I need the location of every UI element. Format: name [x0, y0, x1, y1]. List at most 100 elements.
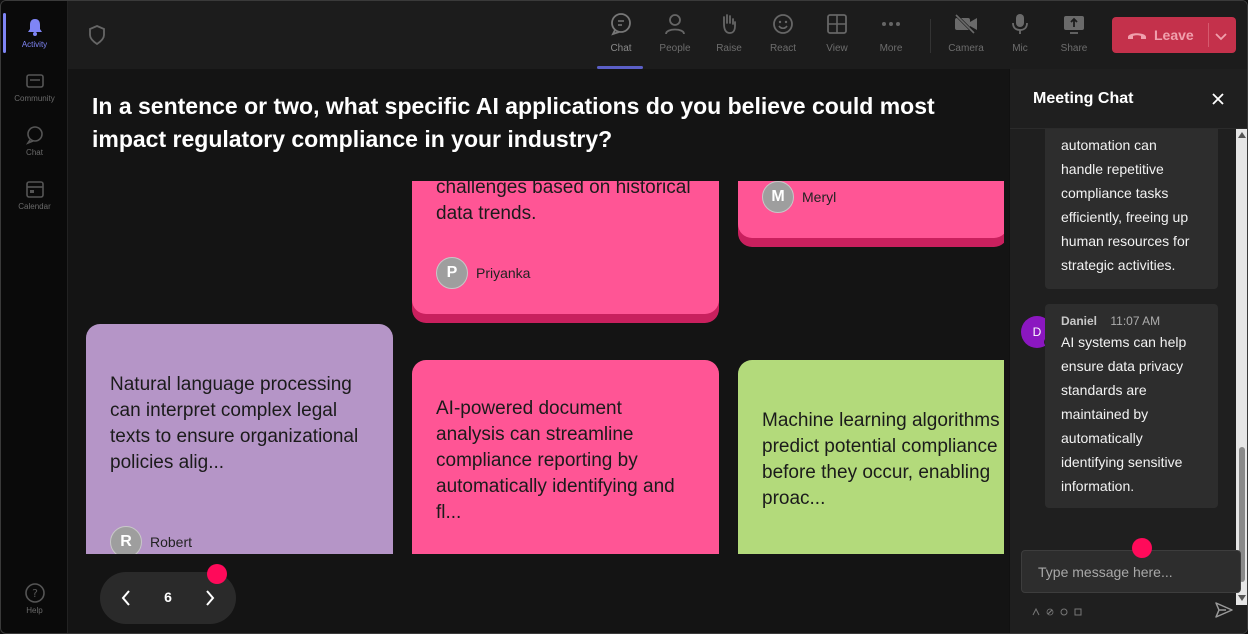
smiley-icon [770, 11, 796, 37]
message-line: information. [1061, 478, 1135, 494]
chat-scrollbar[interactable] [1236, 129, 1247, 605]
rail-item-chat[interactable]: Chat [1, 115, 68, 167]
response-cards-area: challenges based on historical data tren… [68, 181, 1004, 554]
share-screen-icon [1061, 11, 1087, 37]
card-author: M Meryl [762, 181, 836, 213]
message-line: handle repetitive [1061, 161, 1164, 177]
toolbar-chat-button[interactable]: Chat [597, 11, 645, 69]
rail-item-community[interactable]: Community [1, 61, 68, 113]
hang-up-icon [1126, 29, 1148, 41]
calendar-icon [24, 179, 46, 199]
notification-dot [207, 564, 227, 584]
chat-message: automation can handle repetitive complia… [1045, 129, 1218, 289]
card-author: P Priyanka [436, 257, 530, 289]
toolbar-view-label: View [826, 43, 848, 54]
response-card[interactable]: Natural language processing can interpre… [86, 324, 393, 554]
more-dots-icon [878, 11, 904, 37]
message-line: efficiently, freeing up [1061, 209, 1189, 225]
scroll-down-arrow-icon[interactable] [1238, 595, 1246, 601]
toolbar-chat-label: Chat [610, 43, 632, 54]
svg-text:?: ? [32, 587, 38, 600]
community-icon [24, 71, 46, 91]
meeting-chat-panel: Meeting Chat automation can handle repet… [1009, 69, 1247, 633]
toolbar-people-button[interactable]: People [651, 11, 699, 63]
chat-header: Meeting Chat [1010, 69, 1247, 129]
emoji-icon[interactable] [1060, 603, 1068, 616]
rail-label-chat: Chat [26, 148, 43, 157]
grid-view-icon [824, 11, 850, 37]
camera-off-icon [953, 11, 979, 37]
card-author: R Robert [110, 526, 192, 554]
message-line: automatically [1061, 430, 1143, 446]
meeting-window: Activity Community Chat Calendar ? Help [0, 0, 1248, 634]
message-line: human resources for [1061, 233, 1190, 249]
chat-bubble-icon [608, 11, 634, 37]
avatar: R [110, 526, 142, 554]
toolbar-view-button[interactable]: View [813, 11, 861, 63]
toolbar-react-label: React [769, 43, 797, 54]
response-card[interactable]: challenges based on historical data tren… [412, 181, 719, 314]
message-line: identifying sensitive [1061, 454, 1183, 470]
rail-item-activity[interactable]: Activity [1, 7, 68, 59]
page-number: 6 [164, 589, 172, 605]
message-line: ensure data privacy [1061, 358, 1184, 374]
chat-message: Daniel 11:07 AM AI systems can help ensu… [1045, 304, 1218, 508]
chat-messages: automation can handle repetitive complia… [1010, 129, 1236, 605]
microphone-icon [1007, 11, 1033, 37]
response-card[interactable]: Machine learning algorithms can predict … [738, 360, 1004, 554]
toolbar-mic-label: Mic [1012, 43, 1028, 54]
toolbar-share-button[interactable]: Share [1050, 11, 1098, 63]
leave-label: Leave [1154, 27, 1194, 43]
toolbar-mic-button[interactable]: Mic [996, 11, 1044, 63]
response-card[interactable]: AI-powered document analysis can streaml… [412, 360, 719, 554]
rail-label-calendar: Calendar [18, 202, 51, 211]
gif-icon[interactable] [1074, 603, 1082, 616]
card-text: challenges based on historical data tren… [436, 181, 691, 224]
message-time: 11:07 AM [1110, 314, 1161, 328]
raise-hand-icon [716, 11, 742, 37]
toolbar-react-button[interactable]: React [759, 11, 807, 63]
toolbar-camera-button[interactable]: Camera [942, 11, 990, 63]
toolbar-people-label: People [659, 43, 691, 54]
chevron-right-icon[interactable] [200, 588, 220, 608]
format-icon[interactable] [1032, 603, 1040, 616]
rail-item-calendar[interactable]: Calendar [1, 169, 68, 221]
send-icon[interactable] [1214, 601, 1234, 619]
card-text: Natural language processing can interpre… [110, 374, 359, 473]
author-name: Priyanka [476, 265, 531, 281]
toolbar-raise-label: Raise [716, 43, 742, 54]
scroll-up-arrow-icon[interactable] [1238, 132, 1246, 138]
message-line: standards are [1061, 382, 1147, 398]
toolbar-raise-button[interactable]: Raise [705, 11, 753, 63]
chat-message-input[interactable] [1021, 550, 1241, 593]
toolbar-camera-label: Camera [948, 43, 984, 54]
rail-label-community: Community [14, 94, 55, 103]
attach-icon[interactable] [1046, 603, 1054, 616]
toolbar-more-button[interactable]: More [867, 11, 915, 63]
card-text: AI-powered document analysis can streaml… [436, 398, 675, 523]
sender-name: Daniel [1061, 314, 1098, 328]
notification-dot [1132, 538, 1152, 558]
message-line: compliance tasks [1061, 185, 1169, 201]
message-meta: Daniel 11:07 AM [1061, 312, 1202, 330]
message-line: automation can [1061, 137, 1157, 153]
leave-button[interactable]: Leave [1112, 17, 1236, 53]
response-card[interactable]: M Meryl [738, 181, 1004, 238]
card-text: Machine learning algorithms can predict … [762, 410, 1004, 509]
avatar: P [436, 257, 468, 289]
shield-icon[interactable] [88, 25, 106, 46]
chevron-left-icon[interactable] [116, 588, 136, 608]
message-line: AI systems can help [1061, 334, 1187, 350]
left-rail: Activity Community Chat Calendar ? Help [1, 1, 68, 633]
chat-title: Meeting Chat [1033, 90, 1134, 107]
question-title: In a sentence or two, what specific AI a… [92, 93, 935, 152]
close-icon[interactable] [1210, 91, 1226, 107]
people-icon [662, 11, 688, 37]
avatar: M [762, 181, 794, 213]
author-name: Meryl [802, 189, 837, 205]
format-toolbar [1032, 603, 1082, 616]
rail-item-help[interactable]: ? Help [1, 573, 68, 625]
message-line: maintained by [1061, 406, 1149, 422]
meeting-toolbar: Chat People Raise React View More Camera… [68, 1, 1247, 69]
chevron-down-icon[interactable] [1215, 29, 1227, 45]
